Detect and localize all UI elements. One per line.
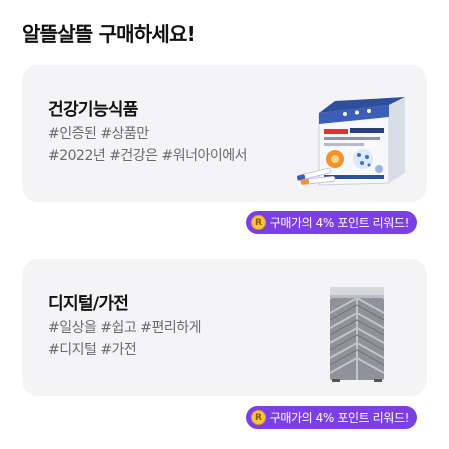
reward-badge[interactable]: R 구매가의 4% 포인트 리워드! (245, 211, 417, 234)
card-tag-line: #인증된 #상품만 (48, 126, 149, 142)
coin-icon: R (250, 410, 266, 425)
category-card-health[interactable]: 건강기능식품 #인증된 #상품만 #2022년 #건강은 #워너아이에서 (22, 65, 427, 202)
card-tags: #일상을 #쉽고 #편리하게 #디지털 #가전 (48, 317, 202, 361)
coin-icon: R (250, 215, 266, 230)
category-card-digital[interactable]: 디지털/가전 #일상을 #쉽고 #편리하게 #디지털 #가전 (22, 259, 427, 396)
card-tags: #인증된 #상품만 #2022년 #건강은 #워너아이에서 (48, 123, 248, 167)
card-title: 디지털/가전 (48, 294, 129, 314)
air-purifier-icon (329, 287, 385, 382)
card-tag-line: #2022년 #건강은 #워너아이에서 (48, 148, 248, 164)
reward-badge[interactable]: R 구매가의 4% 포인트 리워드! (245, 406, 417, 429)
page-title: 알뜰살뜰 구매하세요! (22, 22, 196, 46)
card-tag-line: #디지털 #가전 (48, 342, 137, 358)
card-tag-line: #일상을 #쉽고 #편리하게 (48, 320, 202, 336)
card-title: 건강기능식품 (48, 100, 138, 120)
reward-label: 구매가의 4% 포인트 리워드! (269, 216, 410, 230)
reward-label: 구매가의 4% 포인트 리워드! (269, 411, 410, 425)
supplement-box-icon (297, 97, 405, 186)
